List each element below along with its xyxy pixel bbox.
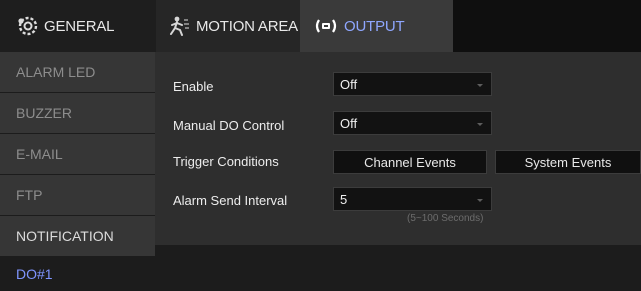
tab-motion-area-label: MOTION AREA [196,17,298,35]
tab-bar-filler [453,0,641,52]
gear-icon [18,16,38,36]
trigger-conditions-label: Trigger Conditions [173,154,279,169]
enable-label: Enable [173,79,214,94]
motion-area-icon [168,16,190,36]
alarm-interval-label: Alarm Send Interval [173,193,288,208]
tab-motion-area[interactable]: MOTION AREA [156,0,300,52]
chevron-down-icon [477,84,483,87]
sidebar-item-notification[interactable]: NOTIFICATION [0,216,155,256]
alarm-interval-value: 5 [340,191,348,207]
sidebar-item-ftp[interactable]: FTP [0,175,155,215]
tab-output[interactable]: OUTPUT [300,0,453,52]
alarm-interval-select[interactable]: 5 [333,187,492,211]
output-signal-icon [314,17,338,35]
system-events-button[interactable]: System Events [495,150,641,174]
manual-do-value: Off [340,115,358,131]
manual-do-select[interactable]: Off [333,111,492,135]
sidebar: ALARM LED BUZZER E-MAIL FTP NOTIFICATION… [0,52,155,291]
chevron-down-icon [477,199,483,202]
alarm-interval-hint: (5~100 Seconds) [407,213,484,224]
sidebar-item-do1[interactable]: DO#1 [0,257,155,291]
channel-events-button[interactable]: Channel Events [333,150,487,174]
sidebar-item-email[interactable]: E-MAIL [0,134,155,174]
tab-general-label: GENERAL [44,17,115,35]
sidebar-item-buzzer[interactable]: BUZZER [0,93,155,133]
tab-general[interactable]: GENERAL [0,0,156,52]
tab-bar: GENERAL MOTION AREA OUTPUT [0,0,641,52]
tab-output-label: OUTPUT [344,17,405,35]
output-settings-panel: Enable Off Manual DO Control Off Trigger… [155,52,641,245]
enable-value: Off [340,76,358,92]
sidebar-item-alarm-led[interactable]: ALARM LED [0,52,155,92]
enable-select[interactable]: Off [333,72,492,96]
chevron-down-icon [477,123,483,126]
manual-do-label: Manual DO Control [173,118,285,133]
